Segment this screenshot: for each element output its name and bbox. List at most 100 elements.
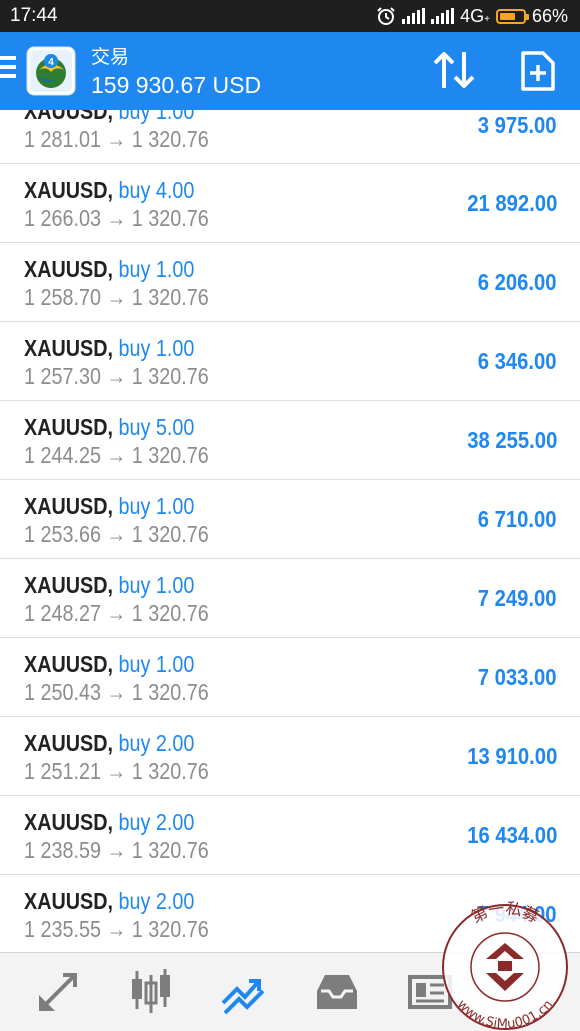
- app-bar: 4 交易 159 930.67 USD: [0, 32, 580, 110]
- trade-row[interactable]: XAUUSD, buy 5.00 1 244.25 → 1 320.76 38 25…: [0, 401, 580, 480]
- trade-title: XAUUSD, buy 4.00: [24, 177, 194, 204]
- trade-symbol: XAUUSD: [24, 572, 108, 598]
- trade-symbol: XAUUSD: [24, 414, 108, 440]
- trade-list[interactable]: XAUUSD, buy 1.00 1 281.01 → 1 320.76 3 975…: [0, 110, 580, 952]
- trade-profit: 7 033.00: [478, 664, 557, 690]
- trade-row[interactable]: XAUUSD, buy 1.00 1 250.43 → 1 320.76 7 033…: [0, 638, 580, 717]
- trade-symbol: XAUUSD: [24, 335, 108, 361]
- new-order-icon[interactable]: [520, 50, 556, 92]
- trade-symbol: XAUUSD: [24, 256, 108, 282]
- battery-icon: [495, 8, 529, 24]
- current-price: 1 320.76: [131, 363, 209, 389]
- network-type: 4G+: [460, 5, 490, 26]
- price-arrow: →: [106, 679, 127, 705]
- trade-separator: ,: [107, 651, 119, 677]
- trade-row[interactable]: XAUUSD, buy 2.00 1 251.21 → 1 320.76 13 91…: [0, 717, 580, 796]
- trade-icon[interactable]: [219, 967, 267, 1015]
- signal-icon: [431, 8, 455, 24]
- chart-candles-icon[interactable]: [127, 967, 175, 1015]
- trade-type: buy 1.00: [118, 110, 195, 124]
- open-price: 1 253.66: [24, 521, 101, 547]
- current-price: 1 320.76: [131, 758, 209, 784]
- trade-prices: 1 235.55 → 1 320.76: [24, 916, 209, 943]
- trade-symbol: XAUUSD: [24, 809, 108, 835]
- trade-type: buy 2.00: [118, 809, 195, 835]
- svg-text:4: 4: [48, 57, 54, 68]
- trade-row[interactable]: XAUUSD, buy 2.00 1 238.59 → 1 320.76 16 43…: [0, 796, 580, 875]
- trade-separator: ,: [107, 493, 119, 519]
- trade-profit: 3 975.00: [478, 112, 557, 138]
- account-balance: 159 930.67 USD: [91, 72, 262, 98]
- trade-prices: 1 244.25 → 1 320.76: [24, 442, 209, 469]
- quotes-arrows-icon[interactable]: [35, 967, 83, 1015]
- trade-profit: 13 910.00: [466, 743, 557, 769]
- current-price: 1 320.76: [131, 442, 209, 468]
- trade-prices: 1 281.01 → 1 320.76: [24, 126, 209, 153]
- open-price: 1 238.59: [24, 837, 101, 863]
- trade-row[interactable]: XAUUSD, buy 1.00 1 257.30 → 1 320.76 6 346…: [0, 322, 580, 401]
- open-price: 1 281.01: [24, 126, 101, 152]
- trade-separator: ,: [107, 110, 119, 124]
- trade-symbol: XAUUSD: [24, 110, 108, 124]
- trade-separator: ,: [107, 177, 119, 203]
- trade-profit: 6 346.00: [478, 348, 557, 374]
- price-arrow: →: [106, 916, 127, 942]
- trade-row[interactable]: XAUUSD, buy 1.00 1 281.01 → 1 320.76 3 975…: [0, 110, 580, 164]
- status-bar: 17:44 4G+ 66%: [0, 0, 580, 32]
- trade-prices: 1 248.27 → 1 320.76: [24, 600, 209, 627]
- trade-prices: 1 238.59 → 1 320.76: [24, 837, 209, 864]
- trade-separator: ,: [107, 414, 119, 440]
- current-price: 1 320.76: [131, 205, 209, 231]
- trade-title: XAUUSD, buy 1.00: [24, 651, 194, 678]
- trade-title: XAUUSD, buy 1.00: [24, 110, 194, 125]
- price-arrow: →: [106, 363, 127, 389]
- trade-prices: 1 253.66 → 1 320.76: [24, 521, 209, 548]
- history-inbox-icon[interactable]: [313, 967, 361, 1015]
- trade-prices: 1 250.43 → 1 320.76: [24, 679, 209, 706]
- trade-title: XAUUSD, buy 1.00: [24, 493, 194, 520]
- trade-type: buy 2.00: [118, 888, 195, 914]
- trade-profit: 6 710.00: [478, 506, 557, 532]
- trade-separator: ,: [107, 888, 119, 914]
- trade-prices: 1 257.30 → 1 320.76: [24, 363, 209, 390]
- trade-row[interactable]: XAUUSD, buy 4.00 1 266.03 → 1 320.76 21 89…: [0, 164, 580, 243]
- price-arrow: →: [106, 758, 127, 784]
- current-price: 1 320.76: [131, 126, 209, 152]
- price-arrow: →: [106, 837, 127, 863]
- open-price: 1 258.70: [24, 284, 101, 310]
- trade-profit: 6 206.00: [478, 269, 557, 295]
- trade-row[interactable]: XAUUSD, buy 1.00 1 253.66 → 1 320.76 6 710…: [0, 480, 580, 559]
- trade-symbol: XAUUSD: [24, 730, 108, 756]
- trade-separator: ,: [107, 256, 119, 282]
- trade-symbol: XAUUSD: [24, 177, 108, 203]
- trade-symbol: XAUUSD: [24, 493, 108, 519]
- trade-title: XAUUSD, buy 2.00: [24, 888, 194, 915]
- signal-icon: [402, 8, 426, 24]
- current-price: 1 320.76: [131, 600, 209, 626]
- current-price: 1 320.76: [131, 284, 209, 310]
- trade-symbol: XAUUSD: [24, 651, 108, 677]
- open-price: 1 248.27: [24, 600, 101, 626]
- trade-type: buy 5.00: [118, 414, 195, 440]
- trade-profit: 7 249.00: [478, 585, 557, 611]
- open-price: 1 244.25: [24, 442, 101, 468]
- trade-profit: 21 892.00: [466, 190, 557, 216]
- trade-type: buy 4.00: [118, 177, 195, 203]
- trade-separator: ,: [107, 335, 119, 361]
- trade-type: buy 1.00: [118, 572, 195, 598]
- trade-row[interactable]: XAUUSD, buy 1.00 1 258.70 → 1 320.76 6 206…: [0, 243, 580, 322]
- trade-prices: 1 251.21 → 1 320.76: [24, 758, 209, 785]
- open-price: 1 257.30: [24, 363, 101, 389]
- open-price: 1 251.21: [24, 758, 101, 784]
- trade-separator: ,: [107, 809, 119, 835]
- sort-icon[interactable]: [431, 50, 477, 90]
- open-price: 1 266.03: [24, 205, 101, 231]
- trade-type: buy 1.00: [118, 493, 195, 519]
- current-price: 1 320.76: [131, 679, 209, 705]
- page-title: 交易: [91, 47, 130, 68]
- menu-icon[interactable]: [0, 56, 16, 84]
- open-price: 1 235.55: [24, 916, 101, 942]
- price-arrow: →: [106, 126, 127, 152]
- trade-prices: 1 266.03 → 1 320.76: [24, 205, 209, 232]
- trade-row[interactable]: XAUUSD, buy 1.00 1 248.27 → 1 320.76 7 249…: [0, 559, 580, 638]
